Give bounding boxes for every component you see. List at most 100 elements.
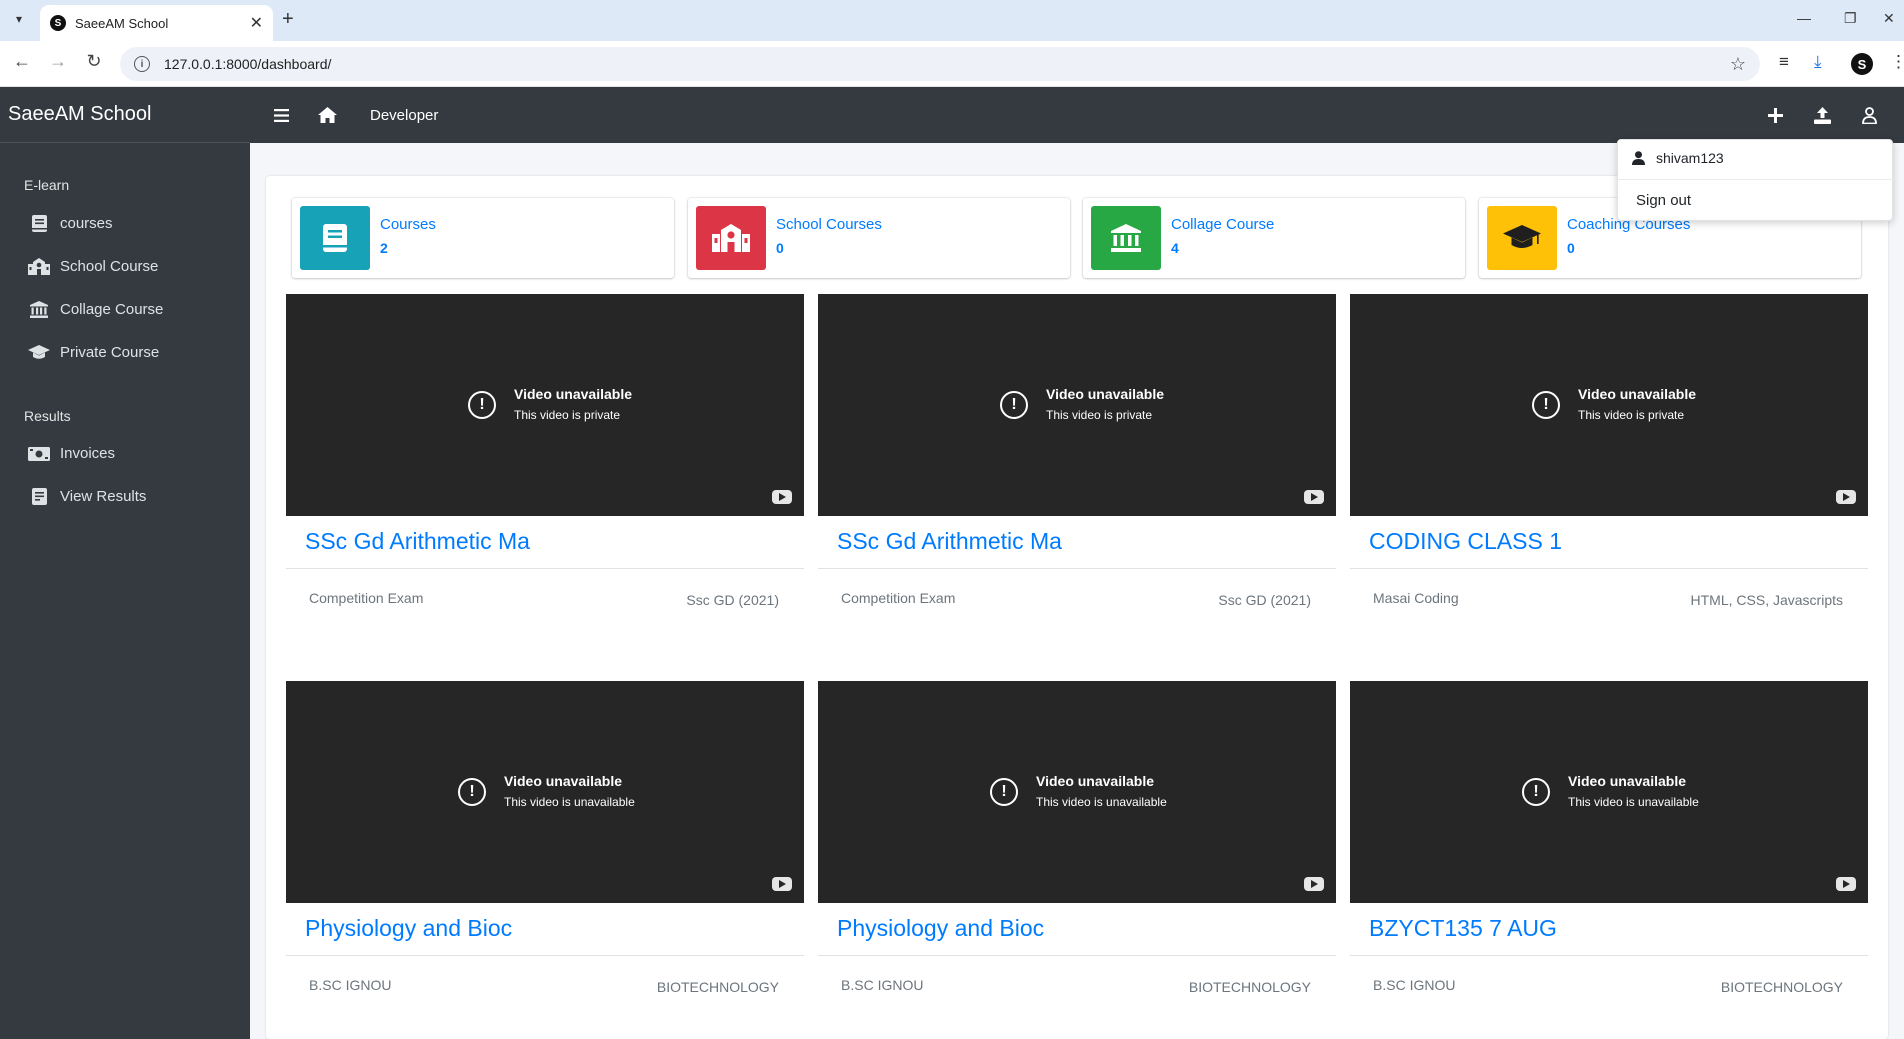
course-title[interactable]: SSc Gd Arithmetic Ma <box>837 528 1062 555</box>
receipt-icon <box>28 488 50 505</box>
course-category: B.SC IGNOU <box>1373 977 1456 993</box>
course-category: B.SC IGNOU <box>841 977 924 993</box>
sidebar-item-label: Collage Course <box>60 301 164 318</box>
alert-icon: ! <box>468 391 496 419</box>
video-embed[interactable]: ! Video unavailable This video is private <box>818 294 1336 516</box>
download-icon[interactable]: ⤓ <box>1814 52 1822 72</box>
sign-out-link[interactable]: Sign out <box>1636 192 1691 209</box>
new-tab-button[interactable]: + <box>282 8 294 31</box>
alert-icon: ! <box>1532 391 1560 419</box>
youtube-icon[interactable] <box>1836 877 1856 891</box>
video-embed[interactable]: ! Video unavailable This video is unavaila… <box>818 681 1336 903</box>
course-divider <box>286 955 804 956</box>
sidebar-item-courses[interactable]: courses <box>0 202 250 245</box>
upload-button[interactable] <box>1814 87 1831 143</box>
breadcrumb[interactable]: Developer <box>370 87 438 143</box>
add-button[interactable] <box>1768 87 1783 143</box>
user-dropdown-menu: shivam123 Sign out <box>1617 139 1894 221</box>
money-bill-icon <box>28 446 50 461</box>
media-controls-icon[interactable]: ≡ <box>1779 52 1789 72</box>
book-icon <box>28 215 50 232</box>
alert-icon: ! <box>990 778 1018 806</box>
video-status-title: Video unavailable <box>1036 773 1155 789</box>
home-button[interactable] <box>318 87 337 143</box>
home-icon <box>318 107 337 123</box>
course-divider <box>818 955 1336 956</box>
course-title[interactable]: Physiology and Bioc <box>305 915 512 942</box>
video-embed[interactable]: ! Video unavailable This video is unavaila… <box>1350 681 1868 903</box>
stat-box-collage-course[interactable]: Collage Course 4 <box>1083 198 1465 278</box>
sidebar-item-private-course[interactable]: Private Course <box>0 331 250 374</box>
video-status-title: Video unavailable <box>514 386 633 402</box>
tab-search-button[interactable]: ▾ <box>8 8 30 30</box>
video-status-title: Video unavailable <box>1578 386 1697 402</box>
sidebar-section-results: Results <box>24 408 71 424</box>
graduation-cap-icon <box>28 345 50 360</box>
youtube-icon[interactable] <box>1836 490 1856 504</box>
video-embed[interactable]: ! Video unavailable This video is unavaila… <box>286 681 804 903</box>
stat-value: 0 <box>776 240 784 256</box>
minimize-button[interactable]: — <box>1797 10 1811 26</box>
stat-label: School Courses <box>776 216 882 233</box>
restore-button[interactable]: ❐ <box>1844 10 1857 27</box>
sidebar-item-label: Private Course <box>60 344 160 361</box>
profile-avatar[interactable]: S <box>1851 53 1873 75</box>
course-title[interactable]: SSc Gd Arithmetic Ma <box>305 528 530 555</box>
stat-label: Courses <box>380 216 436 233</box>
course-divider <box>818 568 1336 569</box>
favicon-icon: S <box>50 15 66 31</box>
university-icon <box>28 301 50 318</box>
video-status-subtitle: This video is private <box>514 408 621 422</box>
video-embed[interactable]: ! Video unavailable This video is private <box>1350 294 1868 516</box>
brand-logo[interactable]: SaeeAM School <box>0 87 250 143</box>
course-category: Masai Coding <box>1373 590 1459 606</box>
sidebar-item-collage-course[interactable]: Collage Course <box>0 288 250 331</box>
bookmark-star-icon[interactable]: ☆ <box>1730 54 1746 75</box>
forward-button[interactable]: → <box>46 51 70 72</box>
video-status-title: Video unavailable <box>1568 773 1687 789</box>
sidebar-item-label: View Results <box>60 488 147 505</box>
course-category: B.SC IGNOU <box>309 977 392 993</box>
youtube-icon[interactable] <box>1304 490 1324 504</box>
close-window-button[interactable]: ✕ <box>1883 10 1895 27</box>
course-title[interactable]: Physiology and Bioc <box>837 915 1044 942</box>
sidebar-item-view-results[interactable]: View Results <box>0 475 250 518</box>
user-menu-button[interactable] <box>1862 87 1877 143</box>
browser-tab[interactable]: S SaeeAM School ✕ <box>40 5 273 41</box>
stat-value: 0 <box>1567 240 1575 256</box>
youtube-icon[interactable] <box>772 877 792 891</box>
sidebar-item-school-course[interactable]: School Course <box>0 245 250 288</box>
site-info-icon[interactable]: i <box>134 56 150 72</box>
stat-box-courses[interactable]: Courses 2 <box>292 198 674 278</box>
video-status-subtitle: This video is private <box>1578 408 1685 422</box>
video-embed[interactable]: ! Video unavailable This video is private <box>286 294 804 516</box>
back-button[interactable]: ← <box>10 51 34 72</box>
graduation-cap-icon <box>1487 206 1557 270</box>
hamburger-icon <box>274 108 289 122</box>
stat-value: 2 <box>380 240 388 256</box>
alert-icon: ! <box>1000 391 1028 419</box>
youtube-icon[interactable] <box>772 490 792 504</box>
sidebar-item-label: Invoices <box>60 445 116 462</box>
stat-box-school-courses[interactable]: School Courses 0 <box>688 198 1070 278</box>
video-status-title: Video unavailable <box>1046 386 1165 402</box>
reload-button[interactable]: ↻ <box>82 51 106 72</box>
dropdown-username[interactable]: shivam123 <box>1632 150 1724 166</box>
stat-value: 4 <box>1171 240 1179 256</box>
address-bar[interactable]: i 127.0.0.1:8000/dashboard/ ☆ <box>120 47 1760 81</box>
youtube-icon[interactable] <box>1304 877 1324 891</box>
video-status-subtitle: This video is unavailable <box>504 795 635 809</box>
course-category: Competition Exam <box>309 590 424 606</box>
book-icon <box>300 206 370 270</box>
stat-label: Collage Course <box>1171 216 1275 233</box>
url-text[interactable]: 127.0.0.1:8000/dashboard/ <box>164 56 1730 72</box>
browser-menu-icon[interactable]: ⋮ <box>1890 52 1904 72</box>
course-title[interactable]: BZYCT135 7 AUG <box>1369 915 1557 942</box>
close-tab-icon[interactable]: ✕ <box>250 13 263 33</box>
sidebar-item-invoices[interactable]: Invoices <box>0 432 250 475</box>
sidebar: SaeeAM School E-learn courses School Cou… <box>0 87 250 1039</box>
hamburger-menu-button[interactable] <box>274 87 289 143</box>
course-title[interactable]: CODING CLASS 1 <box>1369 528 1562 555</box>
alert-icon: ! <box>1522 778 1550 806</box>
video-status-title: Video unavailable <box>504 773 623 789</box>
